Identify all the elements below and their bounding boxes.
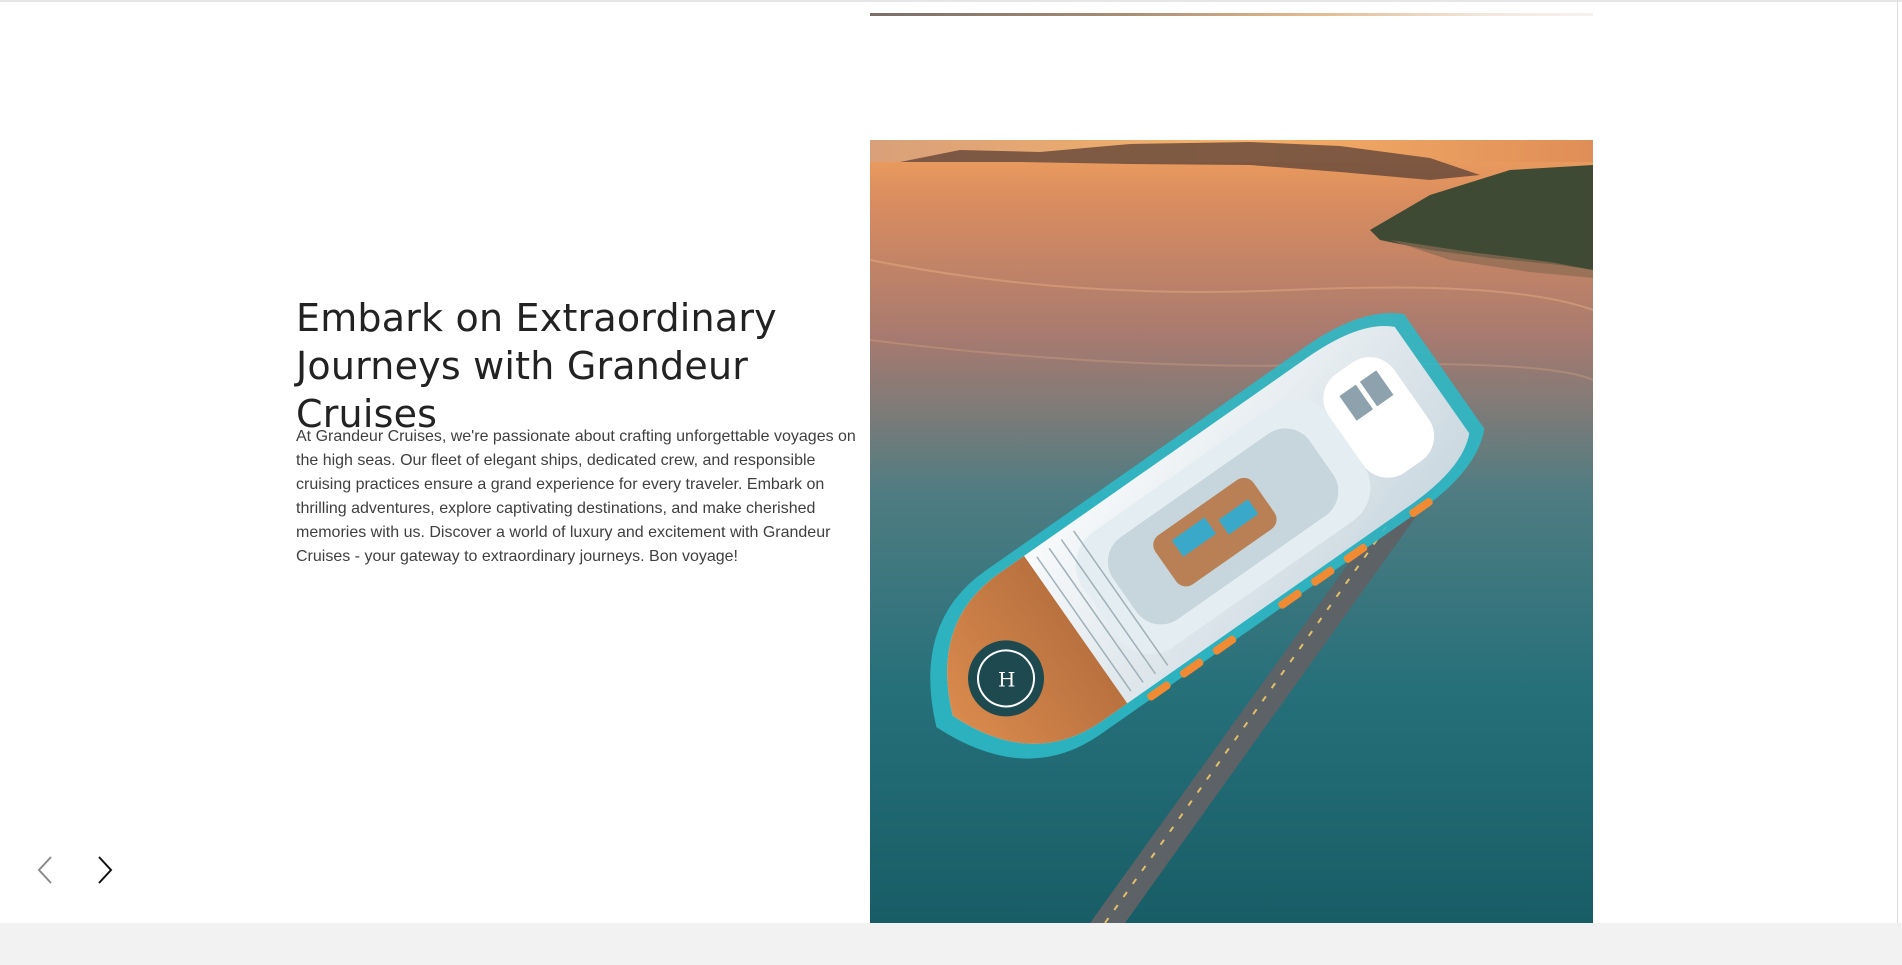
- slider-prev-button[interactable]: [30, 850, 60, 890]
- hero-title: Embark on Extraordinary Journeys with Gr…: [296, 296, 777, 436]
- footer-band: [0, 923, 1902, 965]
- hero-description: At Grandeur Cruises, we're passionate ab…: [296, 428, 856, 565]
- slider-next-button[interactable]: [90, 850, 120, 890]
- helipad-label: H: [998, 667, 1015, 691]
- cruise-ship-image: H: [870, 140, 1593, 923]
- chevron-left-icon: [37, 856, 52, 884]
- scrollbar-edge: [1897, 0, 1898, 923]
- previous-image-edge: [870, 13, 1593, 16]
- hero-section: Embark on Extraordinary Journeys with Gr…: [0, 0, 1902, 923]
- chevron-right-icon: [98, 856, 113, 884]
- page: Embark on Extraordinary Journeys with Gr…: [0, 0, 1902, 965]
